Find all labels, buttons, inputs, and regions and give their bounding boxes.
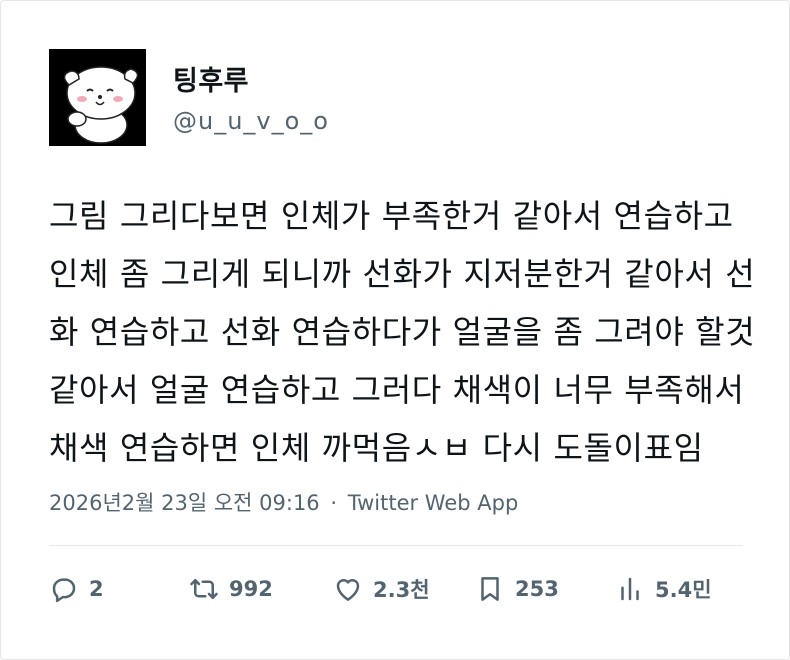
reply-icon — [52, 578, 76, 603]
views-button[interactable]: 5.4민 — [615, 567, 712, 611]
views-count: 5.4민 — [655, 578, 712, 602]
tweet-text-line: 인체 좀 그리게 되니까 선화가 지저분한거 같아서 선 — [49, 255, 756, 293]
tweet-source[interactable]: Twitter Web App — [348, 491, 519, 515]
tweet-text-line: 같아서 얼굴 연습하고 그러다 채색이 너무 부족해서 — [49, 371, 745, 409]
reply-count: 2 — [89, 577, 104, 601]
bookmark-count: 253 — [515, 577, 559, 601]
avatar[interactable] — [49, 49, 146, 146]
display-name[interactable]: 팅후루 — [173, 59, 249, 98]
bookmark-button[interactable]: 253 — [475, 567, 559, 611]
tweet-text-line: 채색 연습하면 인체 까먹음ㅅㅂ 다시 도돌이표임 — [49, 429, 704, 467]
action-bar: 2 992 2.3천 253 5.4민 — [49, 567, 749, 611]
views-chart-icon — [621, 577, 639, 601]
like-count: 2.3천 — [373, 578, 430, 602]
reply-button[interactable]: 2 — [49, 567, 104, 611]
like-button[interactable]: 2.3천 — [333, 567, 430, 611]
tweet-timestamp[interactable]: 2026년2월 23일 오전 09:16 — [49, 491, 320, 515]
user-handle[interactable]: @u_u_v_o_o — [173, 107, 329, 135]
bookmark-icon — [481, 577, 499, 601]
retweet-button[interactable]: 992 — [189, 567, 273, 611]
retweet-icon — [190, 579, 218, 599]
tweet-text-line: 그림 그리다보면 인체가 부족한거 같아서 연습하고 — [49, 197, 734, 235]
tweet-card: 팅후루 @u_u_v_o_o 그림 그리다보면 인체가 부족한거 같아서 연습하… — [0, 0, 790, 660]
puppy-doodle-icon — [49, 49, 146, 146]
tweet-text: 그림 그리다보면 인체가 부족한거 같아서 연습하고 인체 좀 그리게 되니까 … — [49, 187, 756, 477]
retweet-count: 992 — [229, 577, 273, 601]
meta-separator: · — [330, 491, 338, 515]
divider — [49, 545, 743, 546]
tweet-meta: 2026년2월 23일 오전 09:16 · Twitter Web App — [49, 487, 518, 517]
heart-icon — [336, 579, 360, 601]
tweet-text-line: 화 연습하고 선화 연습하다가 얼굴을 좀 그려야 할것 — [49, 313, 756, 351]
